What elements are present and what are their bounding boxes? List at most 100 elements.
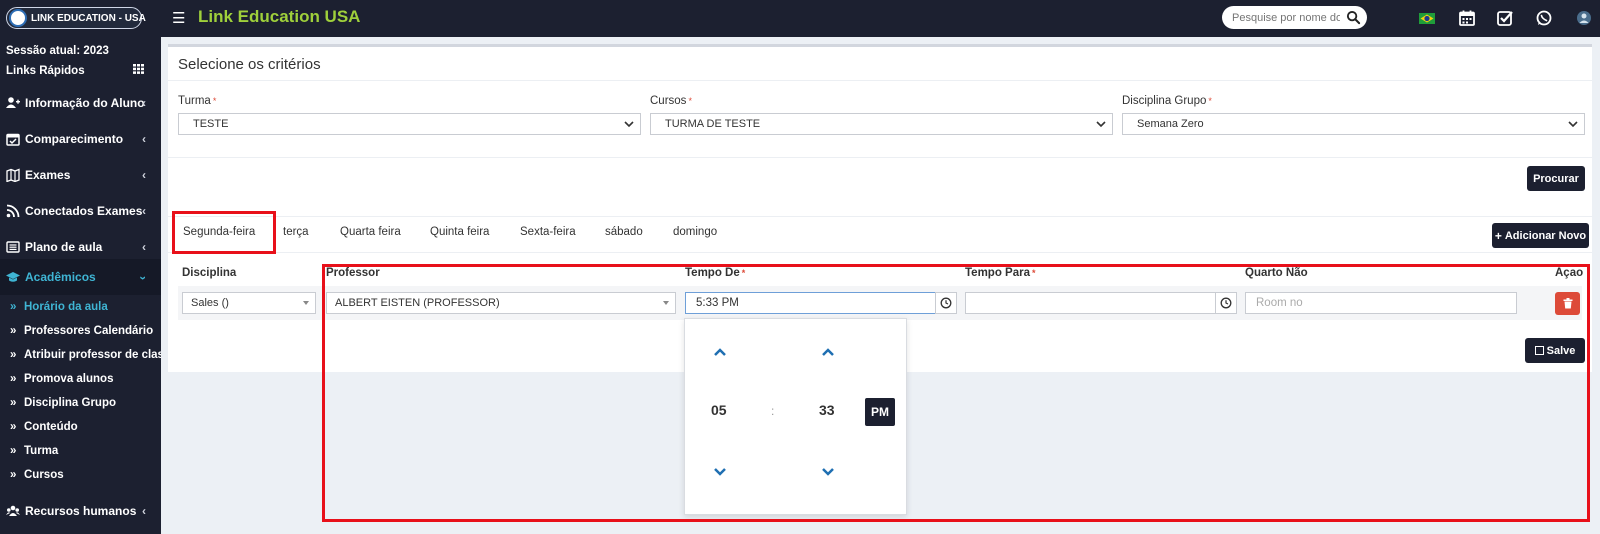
sidebar-subitem-label: Conteúdo — [24, 421, 78, 433]
chevron-right-icon: » — [10, 301, 17, 313]
sidebar-item-label: Acadêmicos — [25, 270, 96, 284]
sidebar-subitem-courses[interactable]: » Cursos — [10, 469, 64, 481]
chevron-down-icon — [1096, 121, 1106, 128]
sidebar-subitem-class-schedule[interactable]: » Horário da aula — [10, 301, 108, 313]
tab-saturday[interactable]: sábado — [605, 226, 643, 238]
calendar-icon[interactable] — [1458, 9, 1476, 27]
sidebar-item-academics[interactable]: Acadêmicos ‹ — [0, 259, 161, 295]
chevron-down-icon — [624, 121, 634, 128]
student-search-box[interactable] — [1222, 6, 1367, 29]
disciplina-grupo-select[interactable]: Semana Zero — [1122, 113, 1585, 135]
chevron-left-icon: ‹ — [142, 168, 146, 182]
logo-text: LINK EDUCATION - USA — [31, 12, 146, 24]
search-button[interactable]: Procurar — [1527, 166, 1585, 191]
sidebar-subitem-label: Professores Calendário — [24, 325, 154, 337]
logo-mark-icon — [9, 9, 27, 27]
sidebar-item-online-exams[interactable]: Conectados Exames ‹ — [0, 193, 161, 229]
brand-logo[interactable]: LINK EDUCATION - USA — [6, 7, 146, 29]
sidebar-subitem-class[interactable]: » Turma — [10, 445, 58, 457]
sidebar-subitem-promote-students[interactable]: » Promova alunos — [10, 373, 113, 385]
check-square-icon[interactable] — [1496, 9, 1514, 27]
divider — [168, 216, 1592, 217]
sidebar-item-human-resources[interactable]: Recursos humanos ‹ — [0, 493, 161, 529]
chevron-right-icon: » — [10, 349, 17, 361]
cursos-label: Cursos * — [650, 95, 692, 107]
monday-tab-highlight — [172, 211, 276, 254]
sidebar-item-attendance[interactable]: Comparecimento ‹ — [0, 121, 161, 157]
sidebar-subitem-content[interactable]: » Conteúdo — [10, 421, 78, 433]
sidebar-item-label: Exames — [25, 168, 71, 182]
chevron-right-icon: » — [10, 325, 17, 337]
tab-wednesday[interactable]: Quarta feira — [340, 226, 401, 238]
chevron-left-icon: ‹ — [142, 204, 146, 218]
sidebar-subitem-teacher-calendar[interactable]: » Professores Calendário — [10, 325, 153, 337]
sidebar: Sessão atual: 2023 Links Rápidos Informa… — [0, 37, 161, 534]
column-header-disciplina: Disciplina — [182, 267, 237, 279]
sidebar-subitem-label: Turma — [24, 445, 59, 457]
sidebar-subitem-label: Promova alunos — [24, 373, 114, 385]
chevron-right-icon: » — [10, 445, 17, 457]
turma-select-value: TESTE — [193, 118, 229, 130]
sidebar-subitem-subject-group[interactable]: » Disciplina Grupo — [10, 397, 116, 409]
plus-icon: + — [1494, 228, 1502, 243]
quick-links-label[interactable]: Links Rápidos — [6, 65, 85, 77]
calendar-check-icon — [6, 133, 20, 146]
whatsapp-icon[interactable] — [1535, 9, 1553, 27]
chevron-left-icon: ‹ — [142, 132, 146, 146]
chevron-left-icon: ‹ — [142, 96, 146, 110]
sidebar-item-label: Comparecimento — [25, 132, 124, 146]
brazil-flag-icon[interactable] — [1418, 9, 1436, 27]
tab-tuesday[interactable]: terça — [283, 226, 309, 238]
disciplina-row-select[interactable]: Sales () — [182, 292, 316, 314]
turma-label: Turma * — [178, 95, 217, 107]
add-new-label: Adicionar Novo — [1504, 229, 1587, 242]
chevron-right-icon: » — [10, 421, 17, 433]
chevron-down-icon: ‹ — [135, 276, 149, 280]
sidebar-item-label: Recursos humanos — [25, 504, 137, 518]
chevron-left-icon: ‹ — [142, 240, 146, 254]
chevron-right-icon: » — [10, 469, 17, 481]
list-alt-icon — [6, 241, 20, 253]
user-avatar-icon[interactable] — [1575, 9, 1593, 27]
menu-icon[interactable]: ☰ — [172, 11, 185, 26]
sidebar-item-label: Conectados Exames — [25, 204, 143, 218]
current-session: Sessão atual: 2023 — [6, 45, 109, 57]
sidebar-subitem-label: Atribuir professor de classe — [24, 349, 161, 361]
panel-title: Selecione os critérios — [178, 56, 321, 73]
sidebar-item-student-info[interactable]: Informação do Aluno ‹ — [0, 85, 161, 121]
search-input[interactable] — [1222, 6, 1340, 29]
turma-select[interactable]: TESTE — [178, 113, 641, 135]
chevron-right-icon: » — [10, 397, 17, 409]
divider — [168, 157, 1592, 158]
map-icon — [6, 168, 20, 182]
cursos-select-value: TURMA DE TESTE — [665, 118, 761, 130]
app-title: Link Education USA — [198, 7, 361, 26]
divider — [168, 252, 1592, 253]
disciplina-row-value: Sales () — [191, 297, 229, 309]
disciplina-grupo-select-value: Semana Zero — [1137, 118, 1204, 130]
sidebar-item-exams[interactable]: Exames ‹ — [0, 157, 161, 193]
sidebar-subitem-label: Horário da aula — [24, 301, 108, 313]
sidebar-subitem-assign-class-teacher[interactable]: » Atribuir professor de classe — [10, 349, 161, 361]
cursos-select[interactable]: TURMA DE TESTE — [650, 113, 1113, 135]
caret-down-icon — [303, 301, 309, 305]
graduation-cap-icon — [6, 272, 20, 282]
top-navbar: LINK EDUCATION - USA ☰ Link Education US… — [0, 0, 1600, 37]
tab-friday[interactable]: Sexta-feira — [520, 226, 576, 238]
chevron-down-icon — [1568, 121, 1578, 128]
user-plus-icon — [6, 97, 20, 108]
add-new-button[interactable]: + Adicionar Novo — [1492, 223, 1589, 248]
sidebar-subitem-label: Disciplina Grupo — [24, 397, 117, 409]
sidebar-item-label: Informação do Aluno — [25, 96, 145, 110]
divider — [168, 80, 1592, 81]
grid-icon[interactable] — [133, 64, 144, 74]
search-icon[interactable] — [1346, 10, 1361, 25]
rss-icon — [6, 204, 20, 218]
tab-thursday[interactable]: Quinta feira — [430, 226, 489, 238]
sitemap-icon — [6, 505, 20, 516]
chevron-left-icon: ‹ — [142, 504, 146, 518]
sidebar-subitem-label: Cursos — [24, 469, 64, 481]
tab-sunday[interactable]: domingo — [673, 226, 717, 238]
chevron-right-icon: » — [10, 373, 17, 385]
disciplina-grupo-label: Disciplina Grupo * — [1122, 95, 1212, 107]
